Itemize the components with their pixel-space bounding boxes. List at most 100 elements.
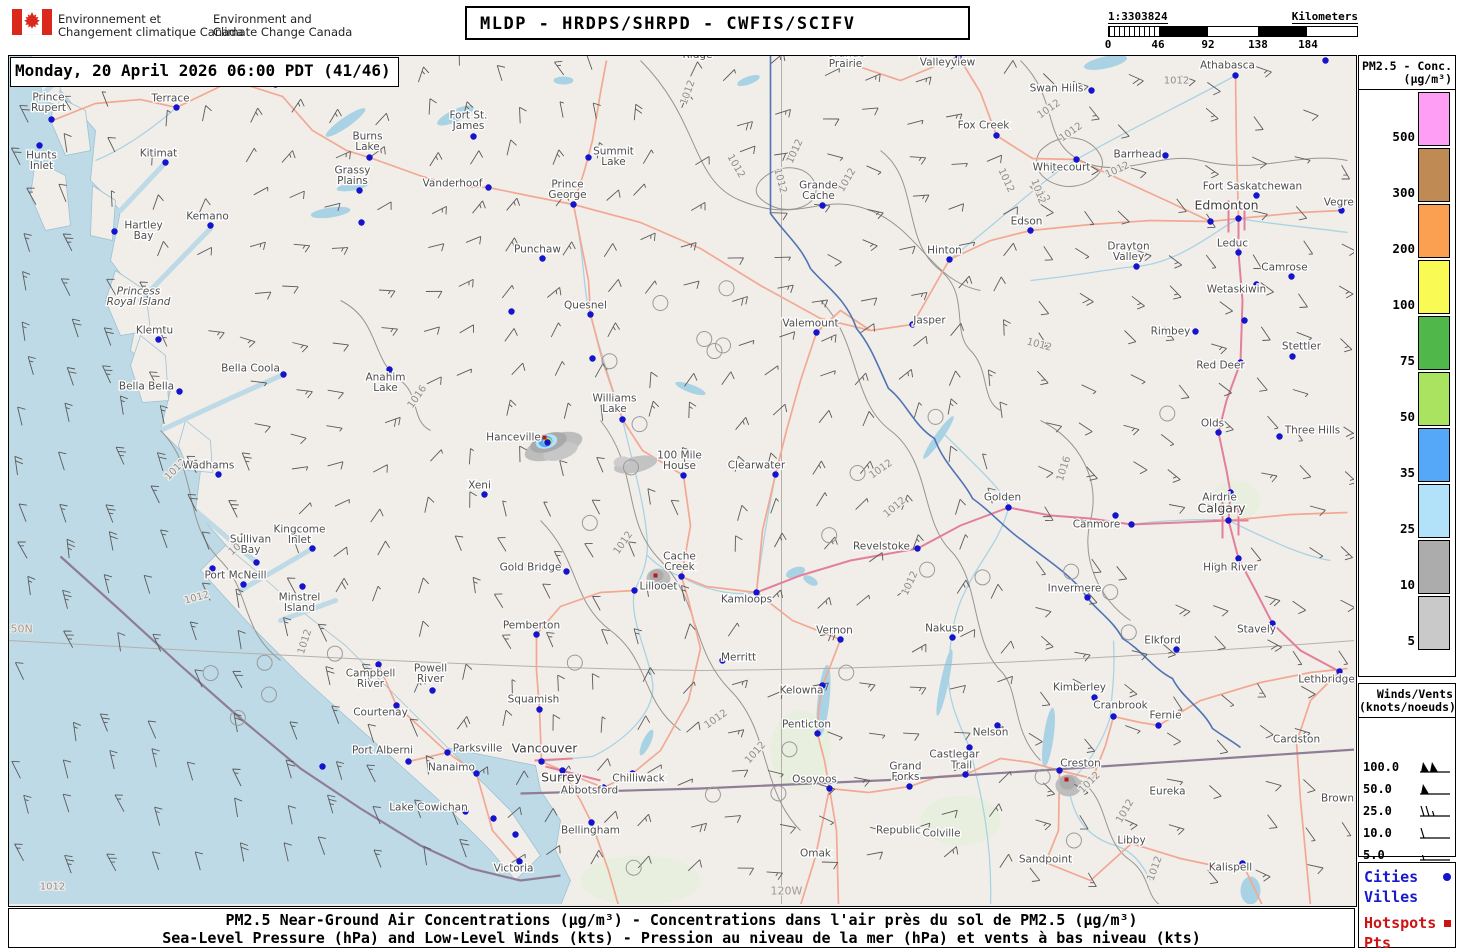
- city-label: Fernie: [1149, 710, 1181, 722]
- calm-wind-circle: [652, 295, 669, 312]
- winds-legend-title: Winds/Vents (knots/noeuds): [1359, 684, 1456, 718]
- wind-barb: [1175, 604, 1191, 617]
- wind-barb: [855, 498, 869, 510]
- wind-barb: [423, 326, 440, 335]
- wind-barb: [1305, 827, 1316, 842]
- city-label: Minstrel Island: [279, 592, 321, 615]
- city-dot: [155, 336, 162, 343]
- city-label: Surrey: [541, 770, 582, 785]
- wind-barb: [731, 679, 748, 689]
- city-label: Kimberley: [1053, 682, 1106, 694]
- city-label: Invermere: [1048, 583, 1102, 595]
- wind-barb: [107, 137, 116, 153]
- wind-barb: [249, 241, 266, 251]
- isobar-label: 1012: [743, 740, 768, 766]
- pm25-legend-row: 75: [1359, 314, 1455, 370]
- wind-barb: [552, 149, 565, 165]
- wind-barb: [1264, 595, 1281, 607]
- city-dot: [173, 104, 180, 111]
- city-label: Rimbey: [1151, 326, 1191, 338]
- wind-barb: [1267, 415, 1279, 430]
- wind-barb: [296, 389, 313, 399]
- city-dot: [1192, 328, 1199, 335]
- city-dot: [914, 545, 921, 552]
- wind-barb: [734, 535, 743, 552]
- wind-barb: [502, 500, 507, 517]
- wind-barb: [959, 534, 969, 550]
- wind-barb: [1340, 546, 1353, 561]
- city-label: Port McNeill: [204, 570, 266, 582]
- wind-barb: [1341, 243, 1354, 256]
- city-label: Olds: [1201, 418, 1224, 430]
- wind-barb: [293, 243, 311, 253]
- city-label: Terrace: [150, 93, 189, 105]
- city-label: Abbotsford: [561, 785, 618, 797]
- wind-barb: [1259, 725, 1274, 739]
- wind-barb: [1303, 109, 1319, 122]
- wind-barb: [1037, 370, 1049, 386]
- city-label: Castlegar: [929, 749, 980, 761]
- wind-barb: [456, 368, 472, 376]
- isobar-contour: [820, 300, 1041, 761]
- wind-barb: [990, 583, 1003, 599]
- wind-barb: [1074, 651, 1091, 662]
- wind-barb: [862, 239, 878, 252]
- wind-barb: [915, 76, 932, 85]
- city-label: 100 Mile House: [657, 450, 702, 473]
- city-label: Summit Lake: [593, 146, 634, 169]
- wind-barb: [1123, 424, 1140, 436]
- wind-barb: [372, 585, 381, 602]
- wind-barb: [1260, 326, 1271, 341]
- graticule-label: 120W: [771, 885, 803, 898]
- wind-barb: [911, 643, 927, 653]
- logo-text-english: Environment and Climate Change Canada: [213, 12, 353, 39]
- wind-barb: [253, 186, 269, 196]
- wind-barb: [867, 209, 884, 220]
- wind-barb: [954, 731, 971, 741]
- city-label: Elkford: [1144, 635, 1181, 647]
- calm-wind-circle: [821, 527, 838, 544]
- city-label: Edson: [1011, 216, 1043, 228]
- city-label: Hunts Inlet: [26, 150, 57, 173]
- wind-barb: [1209, 785, 1222, 800]
- wind-barb: [381, 327, 398, 336]
- wind-barb: [289, 190, 305, 200]
- city-label: Vanderhoof: [423, 178, 483, 190]
- city-dot: [585, 154, 592, 161]
- wind-barb: [543, 501, 552, 517]
- wind-barb: [1029, 867, 1041, 882]
- city-label: Athabasca: [1200, 60, 1255, 72]
- wind-barb: [722, 69, 736, 82]
- wind-barb: [430, 449, 443, 462]
- winds-legend: Winds/Vents (knots/noeuds) 100.0 50.0 25.0 1…: [1358, 683, 1456, 862]
- wind-barb: [506, 139, 517, 156]
- wind-barb: [827, 153, 844, 162]
- isobar-label: 1012: [867, 458, 894, 482]
- pm25-color-swatch: [1418, 92, 1450, 146]
- wind-barb: [770, 498, 779, 514]
- wind-barb: [377, 201, 392, 211]
- city-dot: [631, 587, 638, 594]
- calm-wind-circle: [706, 343, 723, 360]
- city-dot: [1155, 722, 1162, 729]
- wind-barb: [497, 537, 507, 552]
- wind-barb: [690, 61, 703, 77]
- wind-barb: [695, 156, 710, 166]
- wind-barb: [1307, 864, 1324, 875]
- wind-barb: [738, 339, 755, 347]
- wind-barb: [291, 466, 309, 471]
- wind-barb: [425, 290, 443, 299]
- wind-barb: [1205, 165, 1219, 179]
- wind-barb: [1338, 285, 1354, 299]
- wind-barb: [1124, 330, 1137, 345]
- city-dot: [1162, 152, 1169, 159]
- wind-barb: [591, 499, 601, 515]
- wind-barb: [584, 542, 594, 558]
- isobar-label: 1012: [836, 166, 858, 194]
- wind-barb: [951, 162, 968, 168]
- city-dot: [1235, 215, 1242, 222]
- pts-chauds-legend-row: Pts chauds: [1364, 934, 1392, 950]
- wind-barb: [335, 577, 349, 593]
- calm-wind-circle: [696, 331, 713, 348]
- city-dot: [481, 491, 488, 498]
